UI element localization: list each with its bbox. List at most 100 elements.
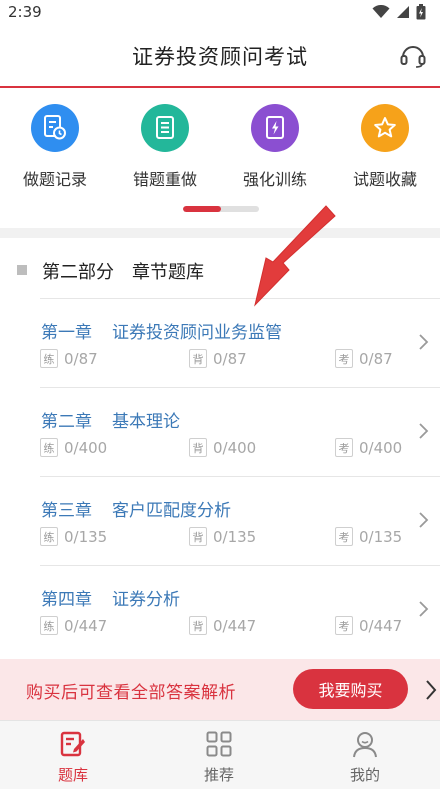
exam-count: 0/135 bbox=[359, 527, 403, 546]
tab-recommend[interactable]: 推荐 bbox=[146, 721, 292, 789]
record-clock-icon bbox=[44, 115, 66, 140]
chevron-right-icon bbox=[419, 512, 429, 528]
chapter-name: 客户匹配度分析 bbox=[112, 501, 231, 521]
recite-tag: 背 bbox=[189, 438, 207, 457]
tab-label: 题库 bbox=[57, 766, 88, 784]
chapter-row[interactable]: 第三章 客户匹配度分析练 0/135 背 0/135 考 0/135 bbox=[40, 476, 440, 565]
recite-tag: 背 bbox=[189, 527, 207, 546]
header-divider bbox=[0, 86, 440, 88]
wifi-icon bbox=[372, 5, 390, 18]
quick-action-label: 试题收藏 bbox=[352, 170, 417, 189]
section-divider bbox=[0, 228, 440, 238]
recite-count: 0/135 bbox=[213, 527, 257, 546]
battery-icon bbox=[416, 4, 426, 20]
chapter-name: 证券投资顾问业务监管 bbox=[112, 323, 282, 343]
tab-question-bank[interactable]: 题库 bbox=[0, 721, 146, 789]
question-bank-icon bbox=[60, 731, 85, 757]
recite-stat: 背 0/400 bbox=[189, 438, 256, 457]
exam-count: 0/87 bbox=[359, 349, 393, 368]
quick-actions: 做题记录 错题重做 强化训练 试题收藏 bbox=[0, 104, 440, 196]
bottom-tab-bar: 题库 推荐 我的 bbox=[0, 720, 440, 789]
chapter-number: 第二章 bbox=[41, 412, 92, 432]
practice-stat: 练 0/87 bbox=[40, 349, 98, 368]
practice-stat: 练 0/447 bbox=[40, 616, 107, 635]
quick-action-label: 做题记录 bbox=[22, 170, 87, 189]
section-part: 第二部分 bbox=[42, 262, 114, 283]
chapter-list: 第一章 证券投资顾问业务监管练 0/87 背 0/87 考 0/87 第二章 基本理论练 0/40… bbox=[0, 298, 440, 654]
recite-tag: 背 bbox=[189, 349, 207, 368]
section-name: 章节题库 bbox=[132, 262, 204, 283]
exam-tag: 考 bbox=[335, 438, 353, 457]
practice-count: 0/135 bbox=[64, 527, 108, 546]
chapter-number: 第三章 bbox=[41, 501, 92, 521]
quick-action-label: 错题重做 bbox=[132, 170, 197, 189]
quick-action-icon-bg bbox=[361, 104, 409, 152]
purchase-banner-text: 购买后可查看全部答案解析 bbox=[26, 683, 236, 703]
profile-icon bbox=[353, 732, 377, 758]
purchase-banner: 购买后可查看全部答案解析 我要购买 bbox=[0, 659, 440, 720]
chevron-right-icon bbox=[419, 334, 429, 350]
quick-action-label: 强化训练 bbox=[242, 170, 307, 189]
practice-tag: 练 bbox=[40, 349, 58, 368]
practice-tag: 练 bbox=[40, 616, 58, 635]
exam-tag: 考 bbox=[335, 616, 353, 635]
practice-count: 0/447 bbox=[64, 616, 108, 635]
practice-tag: 练 bbox=[40, 438, 58, 457]
chapter-title: 第三章 客户匹配度分析 bbox=[41, 496, 231, 521]
chapter-title: 第四章 证券分析 bbox=[41, 585, 180, 610]
recite-stat: 背 0/447 bbox=[189, 616, 256, 635]
exam-stat: 考 0/447 bbox=[335, 616, 402, 635]
app-header: 证券投资顾问考试 bbox=[0, 24, 440, 87]
status-icons bbox=[372, 4, 426, 20]
chapter-title: 第一章 证券投资顾问业务监管 bbox=[41, 318, 282, 343]
star-icon bbox=[374, 117, 396, 138]
practice-count: 0/400 bbox=[64, 438, 108, 457]
chevron-right-icon bbox=[419, 423, 429, 439]
quick-action-favorite[interactable]: 试题收藏 bbox=[330, 104, 440, 196]
chapter-number: 第一章 bbox=[41, 323, 92, 343]
page-title: 证券投资顾问考试 bbox=[132, 44, 308, 69]
chevron-right-icon[interactable] bbox=[424, 679, 438, 701]
headset-icon[interactable] bbox=[400, 44, 426, 68]
buy-button[interactable]: 我要购买 bbox=[293, 669, 408, 709]
practice-stat: 练 0/400 bbox=[40, 438, 107, 457]
recite-stat: 背 0/87 bbox=[189, 349, 247, 368]
chapter-number: 第四章 bbox=[41, 590, 92, 610]
page-indicator-active bbox=[183, 206, 221, 212]
section-bullet bbox=[17, 265, 27, 275]
exam-stat: 考 0/400 bbox=[335, 438, 402, 457]
exam-count: 0/447 bbox=[359, 616, 403, 635]
recite-count: 0/400 bbox=[213, 438, 257, 457]
quick-action-training[interactable]: 强化训练 bbox=[220, 104, 330, 196]
tab-label: 我的 bbox=[349, 766, 380, 784]
practice-tag: 练 bbox=[40, 527, 58, 546]
recite-tag: 背 bbox=[189, 616, 207, 635]
quick-action-record[interactable]: 做题记录 bbox=[0, 104, 110, 196]
chapter-title: 第二章 基本理论 bbox=[41, 407, 180, 432]
exam-tag: 考 bbox=[335, 349, 353, 368]
recite-count: 0/447 bbox=[213, 616, 257, 635]
section-title: 第二部分 章节题库 bbox=[42, 258, 204, 284]
chapter-row[interactable]: 第二章 基本理论练 0/400 背 0/400 考 0/400 bbox=[40, 387, 440, 476]
chapter-name: 基本理论 bbox=[112, 412, 180, 432]
list-book-icon bbox=[156, 116, 174, 139]
recite-stat: 背 0/135 bbox=[189, 527, 256, 546]
page-indicator bbox=[183, 206, 259, 212]
chapter-row[interactable]: 第四章 证券分析练 0/447 背 0/447 考 0/447 bbox=[40, 565, 440, 654]
exam-count: 0/400 bbox=[359, 438, 403, 457]
exam-stat: 考 0/87 bbox=[335, 349, 393, 368]
recite-count: 0/87 bbox=[213, 349, 247, 368]
status-bar: 2:39 bbox=[0, 0, 440, 24]
quick-action-wrong[interactable]: 错题重做 bbox=[110, 104, 220, 196]
lightning-book-icon bbox=[266, 116, 284, 139]
chapter-name: 证券分析 bbox=[112, 590, 180, 610]
exam-stat: 考 0/135 bbox=[335, 527, 402, 546]
quick-action-icon-bg bbox=[141, 104, 189, 152]
section-header: 第二部分 章节题库 bbox=[0, 256, 440, 286]
quick-action-icon-bg bbox=[31, 104, 79, 152]
tab-profile[interactable]: 我的 bbox=[292, 721, 438, 789]
status-time: 2:39 bbox=[8, 3, 42, 21]
grid-icon bbox=[206, 731, 232, 757]
chapter-row[interactable]: 第一章 证券投资顾问业务监管练 0/87 背 0/87 考 0/87 bbox=[40, 298, 440, 387]
chevron-right-icon bbox=[419, 601, 429, 617]
